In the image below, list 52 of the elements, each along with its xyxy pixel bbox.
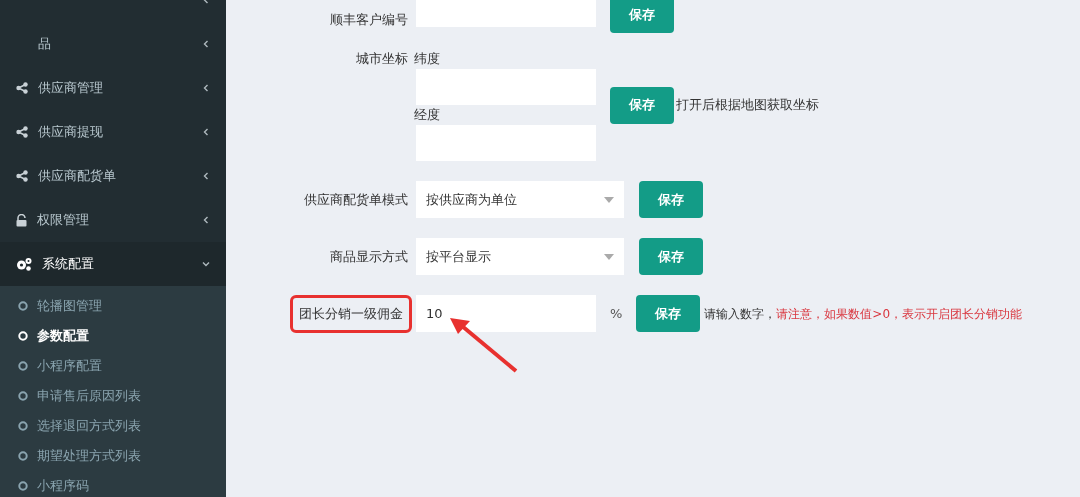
chevron-left-icon — [202, 40, 210, 48]
chevron-left-icon — [202, 84, 210, 92]
sidebar-item[interactable]: 品 — [0, 22, 226, 66]
lock-icon — [16, 213, 27, 227]
chevron-left-icon — [202, 128, 210, 136]
caret-icon — [604, 196, 614, 203]
caret-icon — [604, 253, 614, 260]
save-button[interactable]: 保存 — [639, 181, 703, 218]
circle-icon — [18, 331, 28, 341]
field-label: 团长分销一级佣金 — [290, 295, 412, 333]
save-button[interactable]: 保存 — [610, 86, 674, 124]
circle-icon — [18, 301, 28, 311]
arrow-drawing — [448, 316, 520, 374]
chevron-down-icon — [202, 260, 210, 268]
field-label: 顺丰客户编号 — [330, 10, 408, 29]
circle-icon — [18, 391, 28, 401]
field-label: 商品显示方式 — [330, 247, 408, 266]
sidebar-item[interactable]: 供应商管理 — [0, 66, 226, 110]
sidebar-item[interactable]: 系统配置 — [0, 242, 226, 286]
share-icon — [16, 82, 28, 94]
save-button[interactable]: 保存 — [610, 0, 674, 33]
submenu-item[interactable]: 小程序码 — [0, 471, 226, 497]
submenu-item[interactable]: 轮播图管理 — [0, 291, 226, 321]
hint-text: 打开后根据地图获取坐标 — [676, 96, 819, 115]
share-icon — [16, 170, 28, 182]
unit-label: % — [610, 305, 623, 323]
submenu-item[interactable]: 选择退回方式列表 — [0, 411, 226, 441]
field-label: 供应商配货单模式 — [304, 190, 408, 209]
share-icon — [16, 126, 28, 138]
chevron-left-icon — [202, 216, 210, 224]
gears-icon — [16, 257, 32, 271]
submenu-item[interactable]: 参数配置 — [0, 321, 226, 351]
submenu-item[interactable]: 小程序配置 — [0, 351, 226, 381]
submenu-item[interactable]: 期望处理方式列表 — [0, 441, 226, 471]
hint-text: 请输入数字，请注意，如果数值>0，表示开启团长分销功能 — [704, 305, 1023, 323]
sidebar-item[interactable]: 供应商提现 — [0, 110, 226, 154]
dropdown[interactable]: 按供应商为单位 — [416, 181, 624, 218]
field-label: 经度 — [414, 106, 441, 124]
circle-icon — [18, 421, 28, 431]
save-button[interactable]: 保存 — [636, 295, 701, 333]
circle-icon — [18, 451, 28, 461]
field-label: 城市坐标 — [356, 50, 408, 68]
save-button[interactable]: 保存 — [639, 238, 703, 275]
circle-icon — [18, 481, 28, 491]
dropdown[interactable]: 按平台显示 — [416, 238, 624, 275]
sidebar-item[interactable]: 权限管理 — [0, 198, 226, 242]
chevron-left-icon — [202, 172, 210, 180]
submenu-item[interactable]: 申请售后原因列表 — [0, 381, 226, 411]
field-label: 纬度 — [414, 50, 441, 68]
sidebar-item[interactable]: 供应商配货单 — [0, 154, 226, 198]
circle-icon — [18, 361, 28, 371]
number-input[interactable]: 10 — [416, 295, 596, 333]
